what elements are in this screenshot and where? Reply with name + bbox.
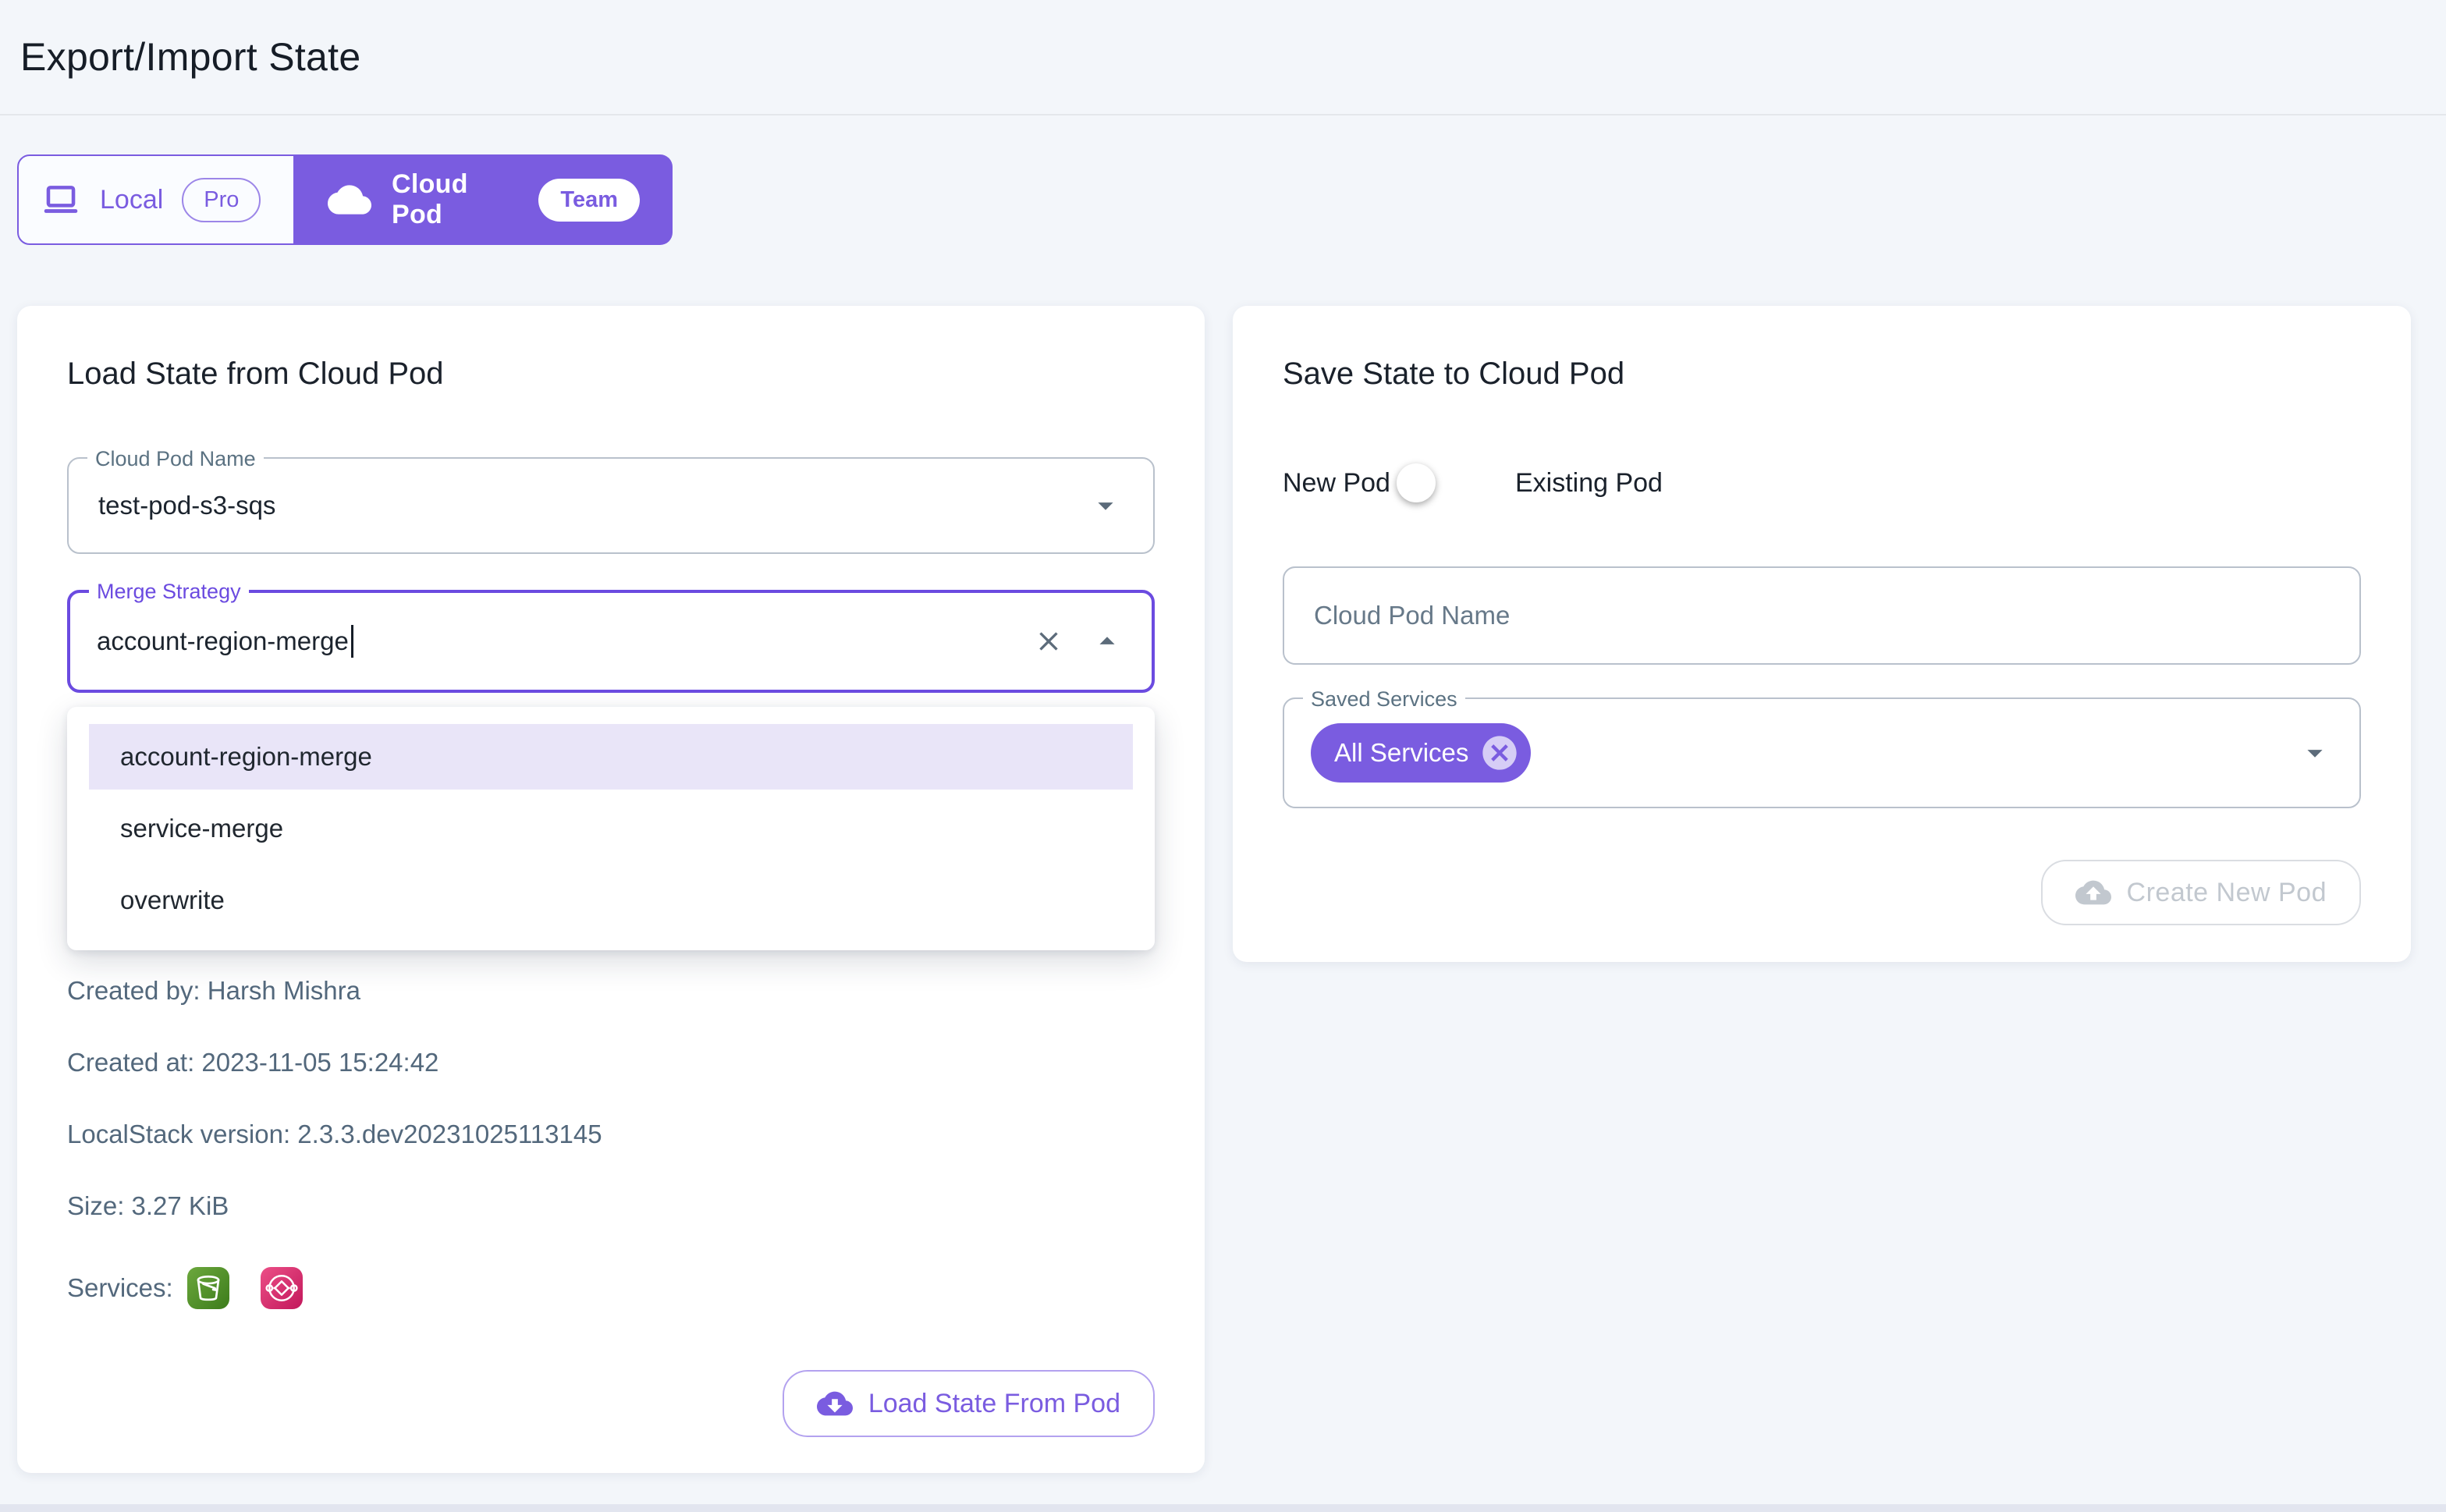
load-state-card: Load State from Cloud Pod Cloud Pod Name… <box>17 306 1205 1473</box>
create-new-pod-label: Create New Pod <box>2127 878 2327 908</box>
services-label: Services: <box>67 1273 173 1303</box>
save-card-title: Save State to Cloud Pod <box>1283 356 2361 392</box>
size-text: Size: 3.27 KiB <box>67 1191 1155 1222</box>
switch-thumb[interactable] <box>1397 463 1436 502</box>
storage-mode-toggle: Local Pro Cloud Pod Team <box>17 154 673 245</box>
new-pod-name-input[interactable] <box>1314 601 2330 630</box>
load-state-from-pod-label: Load State From Pod <box>868 1389 1120 1419</box>
cloud-upload-icon <box>2075 875 2111 910</box>
created-by-text: Created by: Harsh Mishra <box>67 975 1155 1006</box>
clear-icon[interactable] <box>1033 626 1064 657</box>
dropdown-option-overwrite[interactable]: overwrite <box>89 868 1133 933</box>
tab-cloud-pod[interactable]: Cloud Pod Team <box>295 154 673 245</box>
laptop-icon <box>41 179 81 220</box>
page-header: Export/Import State <box>0 0 2446 115</box>
saved-services-select[interactable]: Saved Services All Services <box>1283 697 2361 808</box>
cloud-download-icon <box>817 1386 853 1421</box>
s3-icon <box>187 1267 229 1309</box>
saved-services-label: Saved Services <box>1303 686 1465 712</box>
cloud-pod-name-select-value: test-pod-s3-sqs <box>98 491 275 520</box>
pod-mode-switch[interactable] <box>1412 470 1475 496</box>
dropdown-option-account-region-merge[interactable]: account-region-merge <box>89 724 1133 790</box>
pod-metadata: Created by: Harsh Mishra Created at: 202… <box>67 975 1155 1222</box>
all-services-chip[interactable]: All Services <box>1311 723 1531 783</box>
all-services-chip-label: All Services <box>1334 738 1468 768</box>
create-new-pod-button[interactable]: Create New Pod <box>2041 860 2361 925</box>
cloud-pod-name-select[interactable]: Cloud Pod Name test-pod-s3-sqs <box>67 457 1155 554</box>
existing-pod-label: Existing Pod <box>1515 468 1663 499</box>
created-at-text: Created at: 2023-11-05 15:24:42 <box>67 1047 1155 1078</box>
tab-cloud-pod-label: Cloud Pod <box>392 169 518 230</box>
new-pod-name-field[interactable] <box>1283 566 2361 665</box>
new-pod-label: New Pod <box>1283 468 1390 499</box>
tab-local[interactable]: Local Pro <box>17 154 295 245</box>
team-badge: Team <box>538 179 640 222</box>
chip-delete-icon[interactable] <box>1479 733 1520 773</box>
merge-strategy-value: account-region-merge <box>97 626 349 656</box>
merge-strategy-label: Merge Strategy <box>89 578 249 605</box>
load-state-from-pod-button[interactable]: Load State From Pod <box>783 1370 1155 1437</box>
tab-local-label: Local <box>100 185 163 215</box>
merge-strategy-dropdown: account-region-merge service-merge overw… <box>67 707 1155 950</box>
cloud-icon <box>328 178 371 222</box>
dropdown-option-service-merge[interactable]: service-merge <box>89 796 1133 861</box>
load-card-title: Load State from Cloud Pod <box>67 356 1155 392</box>
services-row: Services: <box>67 1267 1155 1309</box>
main-content: Local Pro Cloud Pod Team Load State from… <box>0 115 2446 1473</box>
page-title: Export/Import State <box>20 34 360 80</box>
cloud-pod-name-select-label: Cloud Pod Name <box>87 445 264 472</box>
chevron-up-icon[interactable] <box>1089 623 1125 659</box>
save-state-card: Save State to Cloud Pod New Pod Existing… <box>1233 306 2411 962</box>
sqs-icon <box>261 1267 303 1309</box>
pod-mode-toggle-row: New Pod Existing Pod <box>1283 463 2361 502</box>
pro-badge: Pro <box>182 178 261 222</box>
merge-strategy-input[interactable]: Merge Strategy account-region-merge <box>67 590 1155 693</box>
chevron-down-icon[interactable] <box>2297 735 2333 771</box>
localstack-version-text: LocalStack version: 2.3.3.dev20231025113… <box>67 1119 1155 1150</box>
text-cursor <box>351 625 353 658</box>
chevron-down-icon[interactable] <box>1088 488 1124 524</box>
bottom-edge-strip <box>0 1504 2446 1512</box>
